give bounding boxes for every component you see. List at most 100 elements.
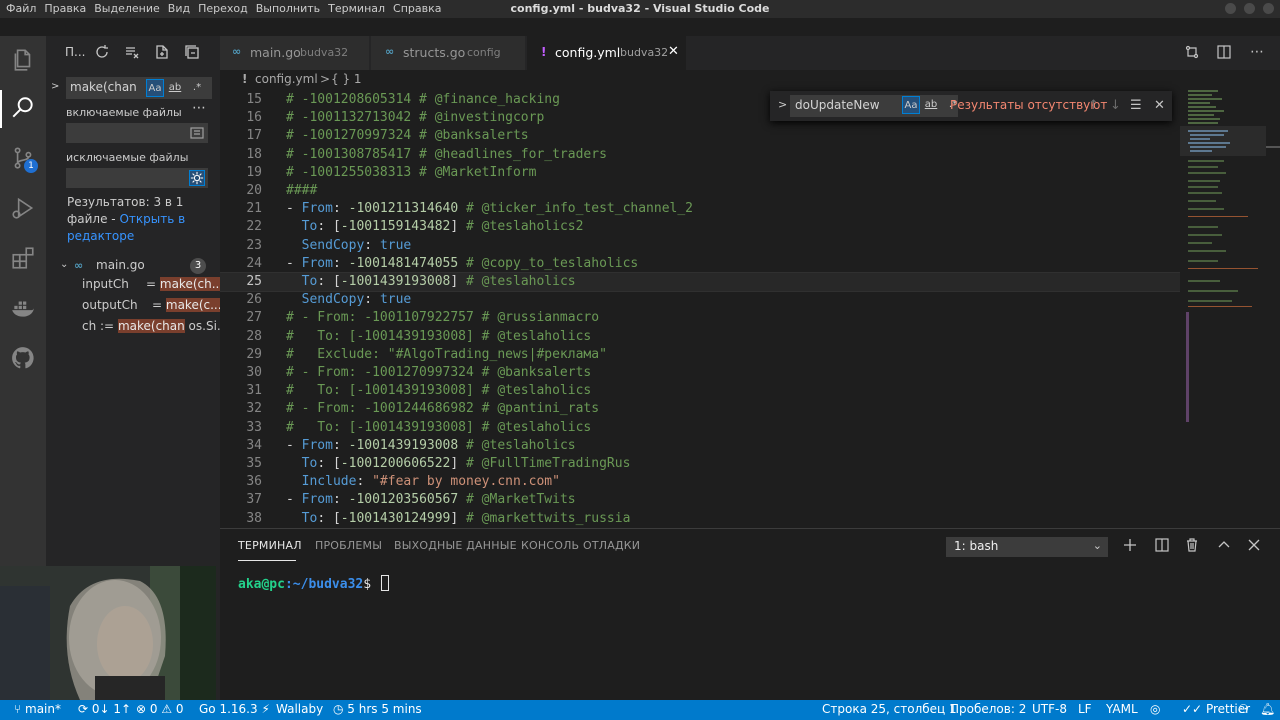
code-line[interactable]: 34 - From: -1001439193008 # @teslaholics xyxy=(220,437,1180,455)
tab-output[interactable]: ВЫХОДНЫЕ ДАННЫЕ xyxy=(394,539,517,552)
menu-run[interactable]: Выполнить xyxy=(252,0,324,18)
source-control-icon[interactable]: 1 xyxy=(7,142,39,174)
toggle-replace-icon[interactable]: > xyxy=(51,81,59,92)
menu-selection[interactable]: Выделение xyxy=(90,0,164,18)
match-case-toggle[interactable]: Aa xyxy=(902,96,920,114)
close-window-button[interactable] xyxy=(1263,3,1274,14)
close-icon[interactable]: ✕ xyxy=(1154,98,1165,113)
code-line[interactable]: 19 # -1001255038313 # @MarketInform xyxy=(220,164,1180,182)
close-icon[interactable]: ✕ xyxy=(668,44,679,59)
minimize-button[interactable] xyxy=(1225,3,1236,14)
use-exclude-settings-icon[interactable] xyxy=(189,170,205,186)
code-line[interactable]: 18 # -1001308785417 # @headlines_for_trad… xyxy=(220,146,1180,164)
close-panel-icon[interactable] xyxy=(1246,537,1264,555)
code-line[interactable]: 20 #### xyxy=(220,182,1180,200)
arrow-up-icon[interactable]: ↑ xyxy=(1088,98,1099,113)
arrow-down-icon[interactable]: ↓ xyxy=(1110,98,1121,113)
new-terminal-icon[interactable] xyxy=(1122,537,1140,555)
code-line[interactable]: 35 To: [-1001200606522] # @FullTimeTradi… xyxy=(220,455,1180,473)
go-version-status[interactable]: Go 1.16.3 ⚡ xyxy=(199,702,270,716)
menu-edit[interactable]: Правка xyxy=(40,0,90,18)
menu-go[interactable]: Переход xyxy=(194,0,252,18)
problems-status[interactable]: ⊗ 0 ⚠ 0 xyxy=(136,702,184,716)
branch-status[interactable]: ⑂ main* xyxy=(14,702,61,716)
code-editor[interactable]: 15 # -1001208605314 # @finance_hacking 16 #… xyxy=(220,90,1180,528)
tab-terminal[interactable]: ТЕРМИНАЛ xyxy=(238,539,302,552)
menu-view[interactable]: Вид xyxy=(164,0,194,18)
find-input[interactable]: doUpdateNewM Aa ab .* xyxy=(790,95,958,117)
wallaby-status[interactable]: Wallaby xyxy=(276,702,323,716)
terminal-prompt[interactable]: aka@pc:~/budva32$ xyxy=(238,575,389,592)
code-line[interactable]: 30 # - From: -1001270997324 # @banksalert… xyxy=(220,364,1180,382)
code-line[interactable]: 38 To: [-1001430124999] # @markettwits_r… xyxy=(220,510,1180,528)
clear-results-icon[interactable] xyxy=(124,44,140,60)
code-line[interactable]: 24 - From: -1001481474055 # @copy_to_tesl… xyxy=(220,255,1180,273)
tab-main-go[interactable]: ∞ main.go budva32 xyxy=(220,36,370,70)
explorer-icon[interactable] xyxy=(7,44,39,76)
code-line[interactable]: 17 # -1001270997324 # @banksalerts xyxy=(220,127,1180,145)
list-item[interactable]: outputCh = make(c... xyxy=(82,298,220,318)
toggle-replace-icon[interactable]: > xyxy=(778,98,787,111)
code-line[interactable]: 26 SendCopy: true xyxy=(220,291,1180,309)
accounts-icon[interactable]: ⚇ xyxy=(1238,702,1249,716)
language-mode-status[interactable]: YAML xyxy=(1106,702,1138,716)
code-line[interactable]: 33 # To: [-1001439193008] # @teslaholics xyxy=(220,419,1180,437)
breadcrumb-file[interactable]: config.yml xyxy=(255,72,318,86)
code-line[interactable]: 36 Include: "#fear by money.cnn.com" xyxy=(220,473,1180,491)
more-options-icon[interactable]: ⋯ xyxy=(192,100,208,116)
code-line[interactable]: 27 # - From: -1001107922757 # @russianmac… xyxy=(220,309,1180,327)
search-icon[interactable] xyxy=(7,92,39,124)
minimap[interactable] xyxy=(1180,90,1266,528)
code-line[interactable]: 37 - From: -1001203560567 # @MarketTwits xyxy=(220,491,1180,509)
list-item[interactable]: ch := make(chan os.Si... xyxy=(82,319,220,339)
breadcrumb-symbol[interactable]: { } 1 xyxy=(331,72,362,86)
maximize-panel-icon[interactable] xyxy=(1216,537,1234,555)
code-line[interactable]: 25 To: [-1001439193008] # @teslaholics xyxy=(220,272,1180,292)
code-line[interactable]: 29 # Exclude: "#AlgoTrading_news|#реклама… xyxy=(220,346,1180,364)
code-line[interactable]: 23 SendCopy: true xyxy=(220,237,1180,255)
match-case-toggle[interactable]: Aa xyxy=(146,79,164,97)
code-line[interactable]: 28 # To: [-1001439193008] # @teslaholics xyxy=(220,328,1180,346)
docker-icon[interactable] xyxy=(7,292,39,324)
refresh-icon[interactable] xyxy=(94,44,110,60)
regex-toggle[interactable]: .* xyxy=(188,79,206,97)
code-line[interactable]: 21 - From: -1001211314640 # @ticker_info_… xyxy=(220,200,1180,218)
maximize-button[interactable] xyxy=(1244,3,1255,14)
search-input[interactable]: make(chan Aa ab .* xyxy=(66,77,212,99)
github-icon[interactable] xyxy=(7,342,39,374)
tab-problems[interactable]: ПРОБЛЕМЫ xyxy=(315,539,382,552)
include-files-input[interactable] xyxy=(66,123,208,143)
extensions-icon[interactable] xyxy=(7,242,39,274)
encoding-status[interactable]: UTF-8 xyxy=(1032,702,1067,716)
result-file-main-go[interactable]: ⌄ ∞ main.go 3 xyxy=(60,257,210,275)
eol-status[interactable]: LF xyxy=(1078,702,1092,716)
sync-status[interactable]: ⟳ 0↓ 1↑ xyxy=(78,702,131,716)
broadcast-icon[interactable]: ◎ xyxy=(1150,702,1160,716)
menu-help[interactable]: Справка xyxy=(389,0,445,18)
cursor-position-status[interactable]: Строка 25, столбец 1 xyxy=(822,702,957,716)
editor-scrollbar[interactable] xyxy=(1266,90,1280,528)
exclude-files-input[interactable] xyxy=(66,168,208,188)
code-line[interactable]: 31 # To: [-1001439193008] # @teslaholics xyxy=(220,382,1180,400)
notifications-icon[interactable]: 🔔︎ xyxy=(1260,702,1275,716)
tab-config-yml[interactable]: ! config.yml budva32 ✕ xyxy=(527,36,687,70)
time-tracking-status[interactable]: ◷ 5 hrs 5 mins xyxy=(333,702,422,716)
split-editor-icon[interactable] xyxy=(1216,44,1234,62)
list-item[interactable]: inputCh = make(ch... xyxy=(82,277,220,297)
tab-debug-console[interactable]: КОНСОЛЬ ОТЛАДКИ xyxy=(521,539,640,552)
tab-structs-go[interactable]: ∞ structs.go config xyxy=(371,36,526,70)
whole-word-toggle[interactable]: ab xyxy=(922,96,940,114)
menu-terminal[interactable]: Терминал xyxy=(324,0,389,18)
whole-word-toggle[interactable]: ab xyxy=(166,79,184,97)
trash-icon[interactable] xyxy=(1184,537,1202,555)
new-search-editor-icon[interactable] xyxy=(154,44,170,60)
find-in-selection-icon[interactable]: ☰ xyxy=(1130,98,1142,113)
indentation-status[interactable]: Пробелов: 2 xyxy=(950,702,1026,716)
terminal-select[interactable]: 1: bash ⌄ xyxy=(946,537,1108,557)
open-editors-only-icon[interactable] xyxy=(189,125,205,141)
menu-file[interactable]: Файл xyxy=(2,0,40,18)
run-debug-icon[interactable] xyxy=(7,192,39,224)
more-actions-icon[interactable]: ⋯ xyxy=(1250,44,1268,62)
open-changes-icon[interactable] xyxy=(1184,44,1202,62)
collapse-all-icon[interactable] xyxy=(184,44,200,60)
